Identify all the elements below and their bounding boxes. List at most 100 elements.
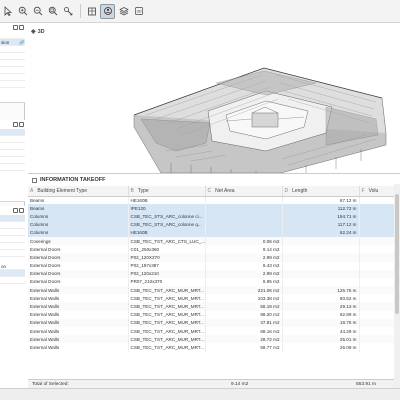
sidebar-row[interactable] — [0, 236, 25, 243]
table-row[interactable]: Beams HE160B 67.12 m — [28, 196, 400, 205]
cell-length: 60.52 m — [282, 294, 360, 303]
column-header-building-element-type[interactable]: A Building Element Type — [28, 186, 129, 197]
sidebar-panel-top: sion 🔗 — [0, 23, 25, 103]
cell-length: 117.12 m — [282, 220, 360, 229]
table-row[interactable]: Beams IPE120 112.72 m — [28, 204, 400, 213]
cell-type: P02_120X270 — [128, 253, 206, 262]
sidebar-row[interactable] — [0, 53, 25, 60]
cell-type: CSB_TEC_STS_ARC_colonne q... — [128, 220, 206, 229]
sidebar-row[interactable] — [0, 243, 25, 250]
panel-header — [0, 120, 25, 129]
sidebar-row[interactable] — [0, 32, 25, 39]
sidebar-row-selected[interactable]: sion 🔗 — [0, 39, 25, 46]
cell-building-element-type: Coverings — [28, 236, 129, 246]
sidebar-panel-bottom: on — [0, 206, 25, 400]
cell-type: CSB_TEC_TST_ARC_CTS_LUC_... — [128, 236, 206, 246]
cell-building-element-type: External Doors — [28, 261, 129, 270]
cell-type: P02_197x387 — [128, 261, 206, 270]
building-view-icon[interactable] — [85, 4, 98, 18]
zoom-in-icon[interactable] — [16, 4, 29, 18]
table-row[interactable]: External Walls CSB_TEC_TST_ARC_MUR_MRT...… — [28, 335, 400, 344]
sidebar-row[interactable] — [0, 150, 25, 157]
total-label: Total of Selected: — [32, 382, 69, 387]
table-row[interactable]: External Doors PR07_210x370 6.95 m2 — [28, 277, 400, 287]
layers-icon[interactable] — [117, 4, 130, 18]
table-row[interactable]: External Doors P02_197x387 6.43 m2 — [28, 261, 400, 270]
sidebar-row[interactable] — [0, 229, 25, 236]
takeoff-checkbox[interactable] — [32, 177, 37, 183]
measure-tool-icon[interactable] — [61, 4, 74, 18]
sidebar-row[interactable] — [0, 60, 25, 67]
cell-building-element-type: External Doors — [28, 269, 129, 278]
link-icon[interactable]: 🔗 — [19, 39, 25, 45]
cell-building-element-type: External Walls — [28, 318, 129, 327]
sidebar-row[interactable] — [0, 157, 25, 164]
sidebar-row[interactable] — [0, 74, 25, 81]
sidebar-row[interactable] — [0, 46, 25, 53]
column-letter: D — [284, 187, 289, 194]
vertical-scrollbar[interactable] — [394, 184, 400, 388]
settings-icon[interactable] — [13, 208, 18, 213]
table-row[interactable]: Coverings CSB_TEC_TST_ARC_CTS_LUC_... 0.06… — [28, 236, 400, 246]
3d-mode-icon[interactable]: 3D — [132, 4, 145, 18]
column-label: Building Element Type — [37, 187, 88, 194]
cell-net-area: 0.06 m2 — [205, 236, 283, 246]
cursor-icon[interactable] — [1, 4, 14, 18]
sidebar-row[interactable] — [0, 81, 25, 88]
table-row[interactable]: External Walls CSB_TEC_TST_ARC_MUR_MRT...… — [28, 286, 400, 295]
column-header-length[interactable]: D Length — [282, 186, 360, 197]
column-header-net-area[interactable]: C Net Area — [205, 186, 283, 197]
zoom-out-icon[interactable] — [31, 4, 44, 18]
cell-building-element-type: External Doors — [28, 245, 129, 254]
expand-icon[interactable] — [19, 122, 24, 127]
column-label: Length — [292, 187, 308, 194]
cell-net-area: 37.81 m2 — [205, 318, 283, 327]
sidebar-row-selected[interactable] — [0, 129, 25, 136]
settings-icon[interactable] — [13, 25, 18, 30]
table-row[interactable]: External Walls CSB_TEC_TST_ARC_MUR_MRT...… — [28, 343, 400, 352]
sidebar-row-selected[interactable] — [0, 270, 25, 277]
table-row[interactable]: External Walls CSB_TEC_TST_ARC_MUR_MRT...… — [28, 318, 400, 327]
table-row[interactable]: External Walls CSB_TEC_TST_ARC_MUR_MRT...… — [28, 294, 400, 303]
scrollbar-thumb[interactable] — [395, 194, 399, 314]
table-row[interactable]: External Doors C01_260x360 9.14 m2 — [28, 245, 400, 254]
sidebar-row[interactable] — [0, 164, 25, 171]
building-model[interactable] — [26, 23, 400, 173]
column-header-type[interactable]: B Type — [128, 186, 206, 197]
table-row[interactable]: Columns CSB_TEC_STS_ARC_colonne ci... 194.… — [28, 212, 400, 221]
cell-length: 18.75 m — [282, 318, 360, 327]
sidebar-row[interactable] — [0, 277, 25, 284]
cell-type: IPE120 — [128, 204, 206, 213]
sidebar-row[interactable] — [0, 250, 25, 257]
panel-header — [0, 206, 25, 215]
sidebar-row[interactable] — [0, 222, 25, 229]
table-row[interactable]: External Walls CSB_TEC_TST_ARC_MUR_MRT...… — [28, 310, 400, 319]
cell-net-area: 2.99 m2 — [205, 253, 283, 262]
zoom-fit-icon[interactable] — [46, 4, 59, 18]
orbit-3d-icon[interactable] — [100, 3, 115, 19]
takeoff-title: INFORMATION TAKEOFF — [40, 177, 106, 183]
table-row[interactable]: Columns CSB_TEC_STS_ARC_colonne q... 117.1… — [28, 220, 400, 229]
toolbar-separator — [80, 4, 81, 18]
sidebar-row[interactable] — [0, 143, 25, 150]
sidebar-row[interactable] — [0, 136, 25, 143]
sidebar-row[interactable] — [0, 67, 25, 74]
sidebar-row-selected[interactable] — [0, 215, 25, 222]
expand-icon[interactable] — [19, 208, 24, 213]
3d-viewport[interactable]: ◈ 3D — [26, 23, 400, 173]
expand-icon[interactable] — [19, 25, 24, 30]
table-row[interactable]: External Walls CSB_TEC_TST_ARC_MUR_MRT...… — [28, 327, 400, 336]
cell-length — [282, 261, 360, 270]
cell-length — [282, 253, 360, 262]
sidebar-row[interactable]: on — [0, 263, 25, 270]
table-row[interactable]: External Doors P02_120x210 2.99 m2 — [28, 269, 400, 278]
cell-type: CSB_TEC_TST_ARC_MUR_MRT... — [128, 318, 206, 327]
table-row[interactable]: External Doors P02_120X270 2.99 m2 — [28, 253, 400, 262]
cell-length — [282, 277, 360, 287]
cell-length — [282, 236, 360, 246]
lock-icon[interactable] — [13, 122, 18, 127]
cell-type: CSB_TEC_TST_ARC_MUR_MRT... — [128, 286, 206, 295]
table-row[interactable]: External Walls CSB_TEC_TST_ARC_MUR_MRT...… — [28, 302, 400, 311]
column-letter: A — [30, 187, 34, 194]
table-row[interactable]: Columns HE160B 62.24 m — [28, 228, 400, 237]
